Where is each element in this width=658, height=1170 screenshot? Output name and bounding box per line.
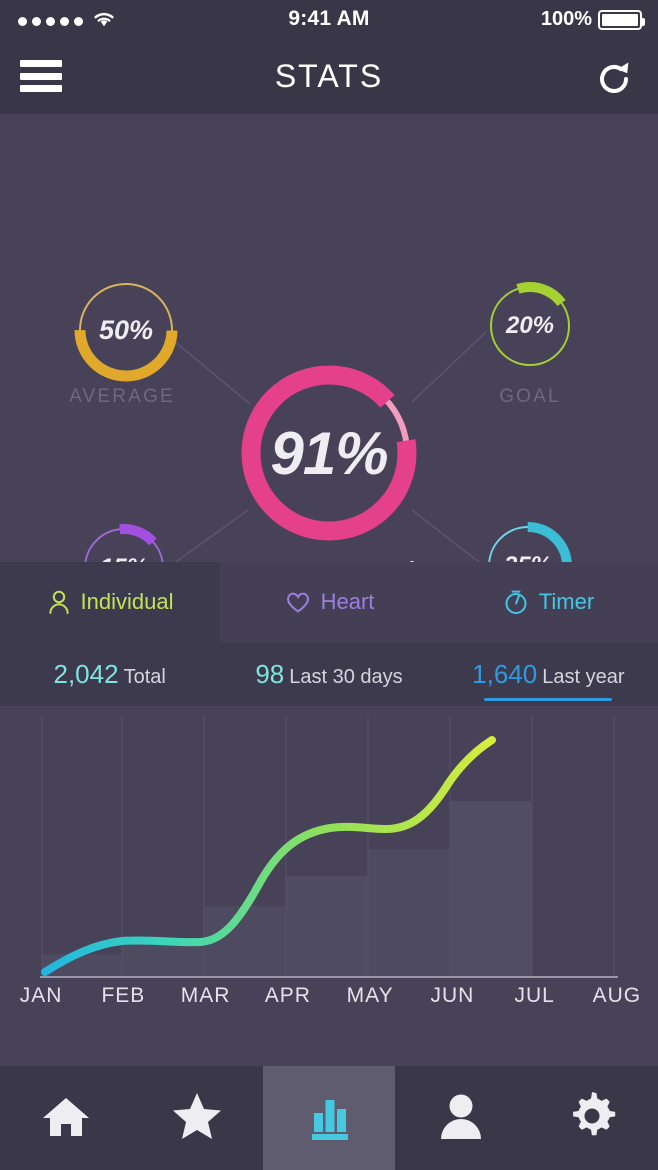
stat-last-year-number: 1,640 xyxy=(472,658,538,689)
chart-month-label: MAR xyxy=(180,984,231,1007)
gear-icon xyxy=(566,1090,618,1147)
tab-heart-label: Heart xyxy=(320,589,375,614)
chart-month-label: JUN xyxy=(430,984,475,1007)
tab-timer[interactable]: Timer xyxy=(439,562,658,642)
app-screen: 9:41 AM 100% STATS 50% AVERAGE 20% GOAL … xyxy=(0,0,658,1170)
timer-outline-icon xyxy=(503,589,529,615)
chart-canvas xyxy=(40,716,618,978)
app-header: STATS xyxy=(0,38,658,114)
tab-individual-label: Individual xyxy=(80,589,174,614)
ring-average-label: AVERAGE xyxy=(69,386,175,407)
tab-heart[interactable]: Heart xyxy=(220,562,439,642)
category-tabs: Individual Heart Timer xyxy=(0,562,658,642)
chart-month-label: AUG xyxy=(592,984,642,1007)
chart-month-label: JUL xyxy=(514,984,555,1007)
tab-individual[interactable]: Individual xyxy=(0,562,220,642)
stat-last-30-days-caption: Last 30 days xyxy=(289,665,403,688)
ring-goal[interactable]: 20% xyxy=(484,280,576,372)
nav-settings[interactable] xyxy=(526,1066,658,1170)
rings-panel: 50% AVERAGE 20% GOAL 15% YOUR xyxy=(0,114,658,562)
chart-background-bars xyxy=(42,801,532,976)
stat-last-year-caption: Last year xyxy=(542,665,625,688)
stats-summary-row: 2,042 Total 98 Last 30 days 1,640 Last year xyxy=(0,642,658,706)
bar-chart-icon xyxy=(303,1091,355,1146)
ring-goal-label: GOAL xyxy=(499,386,561,407)
person-outline-icon xyxy=(47,589,71,615)
stat-total[interactable]: 2,042 Total xyxy=(0,659,219,690)
ring-average[interactable]: 50% xyxy=(72,276,180,384)
stat-last-year-active-underline xyxy=(484,697,613,701)
chart-month-label: MAY xyxy=(346,984,394,1007)
person-icon xyxy=(435,1091,487,1146)
star-icon xyxy=(171,1091,223,1146)
home-icon xyxy=(40,1092,92,1145)
bottom-navigation-bar xyxy=(0,1066,658,1170)
page-title: STATS xyxy=(274,58,384,94)
battery-percent-label: 100% xyxy=(540,8,592,30)
stat-last-30-days[interactable]: 98 Last 30 days xyxy=(219,659,438,690)
ring-average-value: 50% xyxy=(98,314,154,345)
chart-month-label: APR xyxy=(264,984,311,1007)
battery-full-icon xyxy=(598,9,645,30)
stat-last-30-days-number: 98 xyxy=(255,658,285,689)
chart-month-label: JAN xyxy=(19,984,63,1007)
chart-month-label: FEB xyxy=(101,984,146,1007)
stat-total-caption: Total xyxy=(123,665,166,688)
ring-main-space-used[interactable]: 91% xyxy=(238,362,420,544)
heart-outline-icon xyxy=(285,590,311,614)
activity-line-chart: JAN FEB MAR APR MAY JUN JUL AUG xyxy=(0,706,658,1066)
status-battery-group: 100% xyxy=(540,8,645,31)
ring-main-value: 91% xyxy=(270,419,388,487)
nav-stats[interactable] xyxy=(263,1066,395,1170)
stat-total-number: 2,042 xyxy=(53,658,119,689)
ring-goal-value: 20% xyxy=(505,312,555,339)
stat-last-year[interactable]: 1,640 Last year xyxy=(439,658,658,701)
tab-timer-label: Timer xyxy=(538,589,595,614)
nav-home[interactable] xyxy=(0,1066,132,1170)
refresh-icon[interactable] xyxy=(592,57,636,106)
chart-month-labels: JAN FEB MAR APR MAY JUN JUL AUG xyxy=(0,984,658,1008)
status-bar: 9:41 AM 100% xyxy=(0,0,658,38)
nav-favorites[interactable] xyxy=(132,1066,264,1170)
nav-profile[interactable] xyxy=(395,1066,527,1170)
